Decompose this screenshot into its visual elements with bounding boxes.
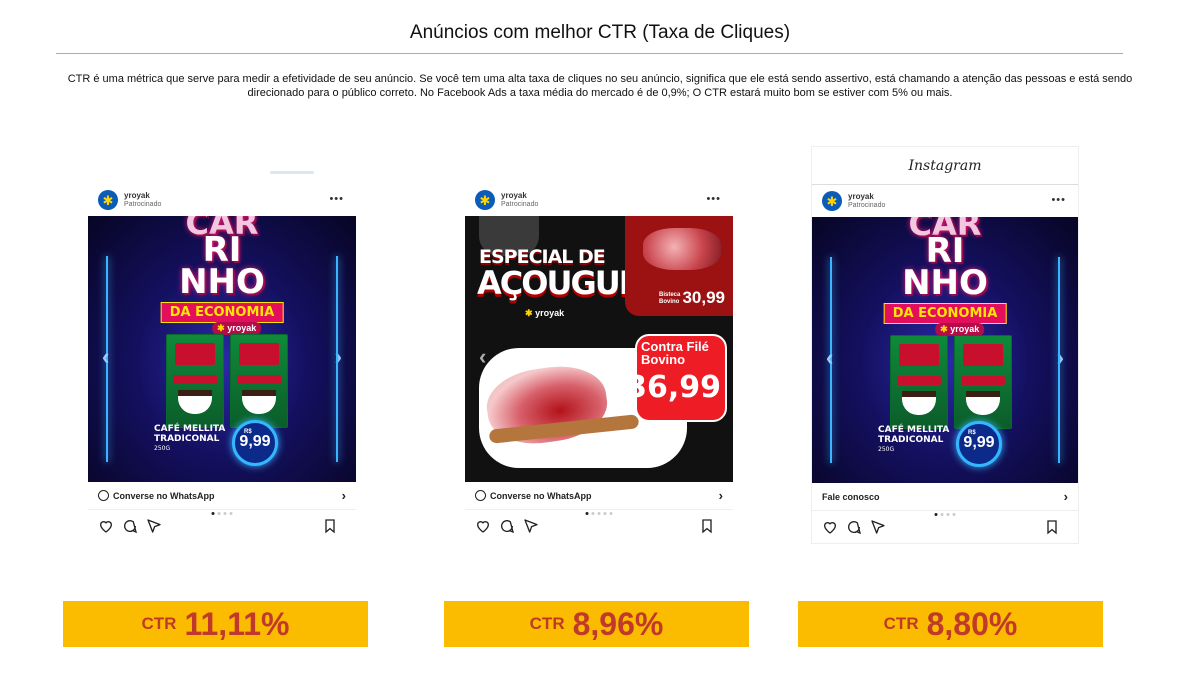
title-divider [56, 53, 1123, 54]
cta-label: Converse no WhatsApp [113, 490, 215, 501]
bookmark-icon[interactable] [1044, 519, 1060, 535]
cta-bar[interactable]: Converse no WhatsApp › [88, 482, 356, 510]
cta-bar[interactable]: Converse no WhatsApp › [465, 482, 733, 510]
comment-icon[interactable] [846, 519, 862, 535]
ctr-label: CTR [141, 614, 177, 633]
avatar[interactable]: ✱ [822, 191, 842, 211]
post-header: ✱ yroyak Patrocinado ••• [812, 185, 1078, 217]
ctr-badge-3: CTR 8,80% [798, 601, 1103, 647]
coffee-pack-image [954, 335, 1012, 429]
account-name[interactable]: yroyak [848, 192, 874, 201]
ctr-value: 8,96% [572, 605, 664, 642]
chevron-right-icon: › [718, 488, 723, 503]
promo-banner: DA ECONOMIA [160, 302, 284, 323]
cta-label: Fale conosco [822, 491, 880, 502]
ctr-value: 8,80% [926, 605, 1018, 642]
avatar[interactable]: ✱ [98, 190, 118, 210]
bookmark-icon[interactable] [699, 518, 715, 534]
ctr-badge-1: CTR 11,11% [63, 601, 368, 647]
avatar[interactable]: ✱ [475, 190, 495, 210]
chevron-right-icon: › [341, 488, 346, 503]
post-actions [812, 511, 1078, 543]
share-icon[interactable] [146, 518, 162, 534]
carousel-prev-icon[interactable]: ‹ [826, 345, 833, 371]
headline-line: NHO [179, 262, 265, 302]
cta-bar[interactable]: Fale conosco › [812, 483, 1078, 511]
whatsapp-icon [475, 490, 486, 501]
more-icon[interactable]: ••• [706, 193, 721, 205]
slide-indicator-bar [270, 171, 314, 174]
post-actions [465, 510, 733, 542]
bookmark-icon[interactable] [322, 518, 338, 534]
post-actions [88, 510, 356, 542]
offer-2-price: 36,99 [626, 370, 721, 405]
price-badge: R$ 9,99 [956, 421, 1002, 467]
post-header: ✱ yroyak Patrocinado ••• [465, 184, 733, 216]
heart-icon[interactable] [822, 519, 838, 535]
ctr-label: CTR [529, 614, 565, 633]
headline-main: AÇOUGUE [477, 264, 641, 302]
carousel-prev-icon[interactable]: ‹ [479, 344, 486, 370]
carousel-prev-icon[interactable]: ‹ [102, 344, 109, 370]
ctr-badge-2: CTR 8,96% [444, 601, 749, 647]
ctr-description: CTR é uma métrica que serve para medir a… [67, 73, 1133, 99]
price-badge: R$ 9,99 [232, 420, 278, 466]
carousel-dots [211, 512, 233, 515]
coffee-pack-image [890, 335, 948, 429]
heart-icon[interactable] [98, 518, 114, 534]
product-name: CAFÉ MELLITA TRADICONAL 250G [154, 424, 226, 452]
steak-image [643, 228, 721, 270]
coffee-pack-image [230, 334, 288, 428]
ad-card-1: ✱ yroyak Patrocinado ••• CAR RI NHO DA EC… [88, 184, 356, 544]
sponsored-label: Patrocinado [124, 201, 162, 208]
account-name[interactable]: yroyak [501, 191, 527, 200]
post-header: ✱ yroyak Patrocinado ••• [88, 184, 356, 216]
carousel-dots [934, 513, 956, 516]
chevron-right-icon: › [1063, 489, 1068, 504]
heart-icon[interactable] [475, 518, 491, 534]
offer-1-price: 30,99 [682, 288, 725, 307]
more-icon[interactable]: ••• [1051, 194, 1066, 206]
instagram-app-header: Instagram [812, 147, 1078, 185]
share-icon[interactable] [870, 519, 886, 535]
product-name: CAFÉ MELLITA TRADICONAL 250G [878, 425, 950, 453]
page-title: Anúncios com melhor CTR (Taxa de Cliques… [409, 22, 791, 43]
cta-label: Converse no WhatsApp [490, 490, 592, 501]
sponsored-label: Patrocinado [501, 201, 539, 208]
ad-card-2: ✱ yroyak Patrocinado ••• ESPECIAL DE AÇOU… [465, 184, 733, 544]
ad-creative[interactable]: CAR RI NHO DA ECONOMIA ✱ yroyak ‹ › CAFÉ… [88, 216, 356, 482]
carousel-next-icon[interactable]: › [335, 344, 342, 370]
ad-creative[interactable]: ESPECIAL DE AÇOUGUE ✱ yroyak Bisteca Bov… [465, 216, 733, 482]
ctr-value: 11,11% [184, 605, 290, 642]
comment-icon[interactable] [499, 518, 515, 534]
promo-banner: DA ECONOMIA [883, 303, 1007, 324]
coffee-pack-image [166, 334, 224, 428]
ad-creative[interactable]: CAR RI NHO DA ECONOMIA ✱ yroyak ‹ › CAFÉ… [812, 217, 1078, 483]
more-icon[interactable]: ••• [329, 193, 344, 205]
ctr-label: CTR [883, 614, 919, 633]
comment-icon[interactable] [122, 518, 138, 534]
ad-card-3: Instagram ✱ yroyak Patrocinado ••• CAR RI… [811, 146, 1079, 544]
share-icon[interactable] [523, 518, 539, 534]
carousel-dots [585, 512, 613, 515]
brand-logo: ✱ yroyak [525, 308, 565, 318]
account-name[interactable]: yroyak [124, 191, 150, 200]
headline-line: NHO [902, 263, 988, 303]
offer-2-name: Contra Filé Bovino [641, 339, 709, 367]
carousel-next-icon[interactable]: › [1057, 345, 1064, 371]
sponsored-label: Patrocinado [848, 202, 886, 209]
whatsapp-icon [98, 490, 109, 501]
